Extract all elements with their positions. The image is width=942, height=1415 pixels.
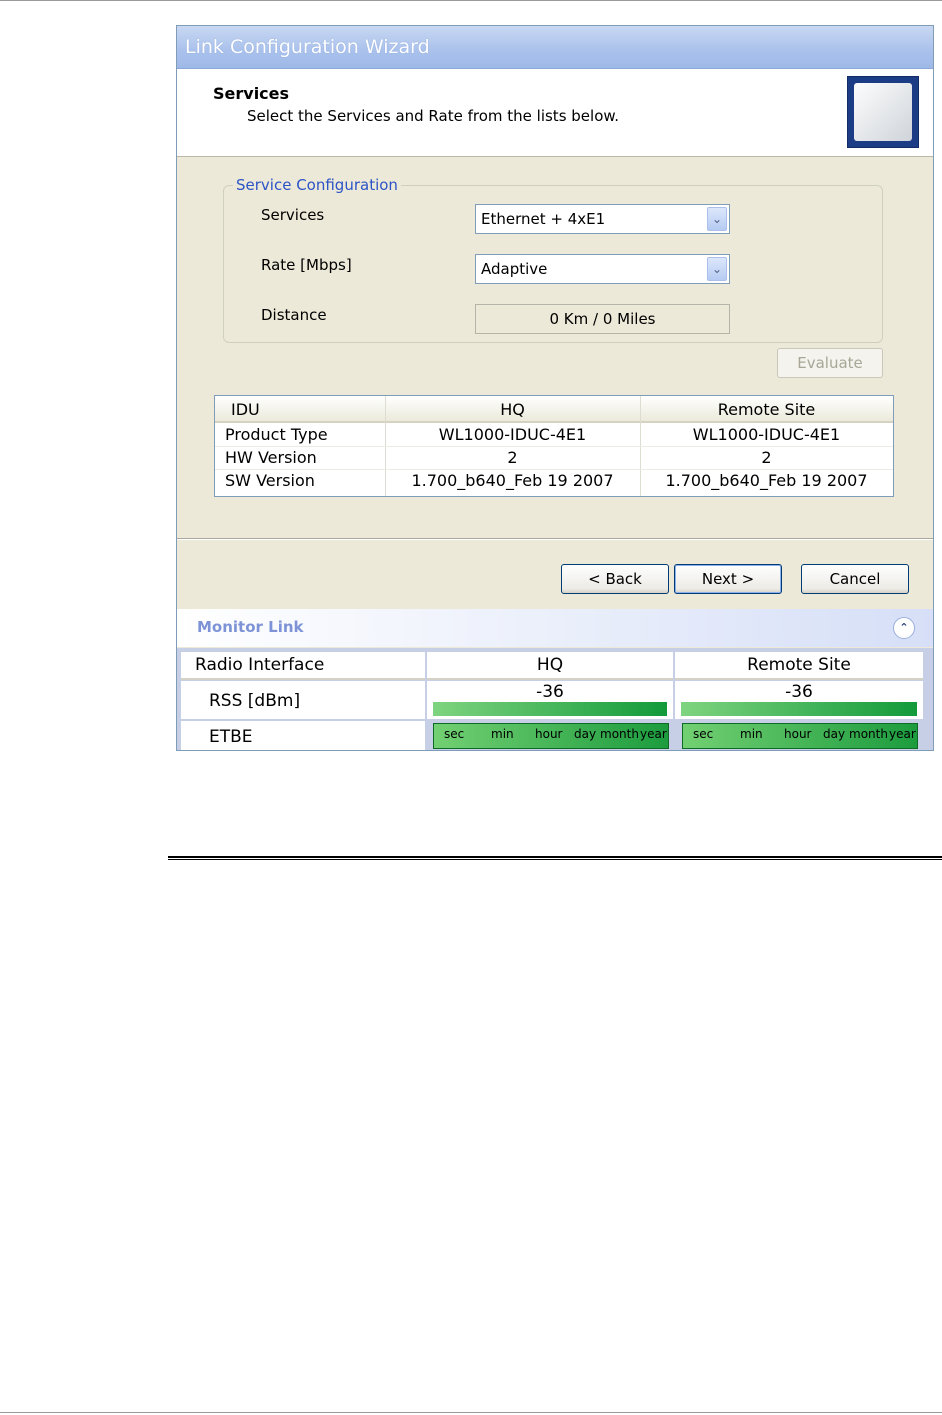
monitor-link-title: Monitor Link [197,618,304,636]
table-cell: WL1000-IDUC-4E1 [438,425,587,444]
rate-select[interactable]: Adaptive ⌄ [475,254,730,284]
table-cell: 1.700_b640_Feb 19 2007 [411,471,614,490]
services-label: Services [261,206,325,224]
scale-label: hour [784,727,812,741]
column-header-radio-interface: Radio Interface [181,652,425,680]
scale-label: year [889,727,916,741]
scale-label: month [600,727,639,741]
column-header-idu: IDU [231,400,260,419]
next-button[interactable]: Next > [674,564,782,594]
collapse-icon[interactable]: ⌃ [893,617,915,639]
rss-hq-cell: -36 [427,681,673,719]
scale-label: day [574,727,597,741]
scale-label: month [849,727,888,741]
rate-value: Adaptive [481,260,548,278]
table-cell: 1.700_b640_Feb 19 2007 [665,471,868,490]
step-title: Services [213,84,290,103]
scale-label: min [740,727,763,741]
table-cell: 2 [761,448,772,467]
rss-hq-bar [433,702,667,716]
scale-label: min [491,727,514,741]
row-label: Product Type [225,425,328,444]
etbe-label-cell: ETBE [181,721,425,750]
back-button[interactable]: < Back [561,564,669,594]
idu-table: IDU HQ Remote Site Product Type WL1000-I… [214,395,894,497]
column-header-hq: HQ [427,652,673,680]
document-rule [168,856,942,860]
scale-label: sec [693,727,714,741]
row-label: HW Version [225,448,317,467]
column-header-hq: HQ [500,400,525,419]
evaluate-button[interactable]: Evaluate [777,348,883,378]
radio-unit-icon [847,76,919,148]
rss-hq-value: -36 [536,682,564,702]
rss-label-cell: RSS [dBm] [181,681,425,719]
scale-label: hour [535,727,563,741]
etbe-hq-time-scale: sec min hour day month year [433,723,669,749]
rss-remote-bar [681,702,917,716]
scale-label: sec [444,727,465,741]
step-subtitle: Select the Services and Rate from the li… [247,107,620,125]
rss-remote-value: -36 [785,682,813,702]
etbe-remote-time-scale: sec min hour day month year [682,723,918,749]
page-top-rule [0,0,942,1]
scale-label: year [640,727,667,741]
table-cell: WL1000-IDUC-4E1 [692,425,841,444]
page-bottom-rule [0,1412,942,1413]
rate-label: Rate [Mbps] [261,256,352,274]
wizard-header: Services Select the Services and Rate fr… [177,69,933,157]
column-header-remote-site: Remote Site [675,652,923,680]
services-value: Ethernet + 4xE1 [481,210,606,228]
distance-label: Distance [261,306,327,324]
rss-label: RSS [dBm] [209,691,301,711]
scale-label: day [823,727,846,741]
link-configuration-wizard: Link Configuration Wizard Services Selec… [176,25,934,751]
column-header-remote-site: Remote Site [717,400,816,419]
distance-field: 0 Km / 0 Miles [475,304,730,334]
window-title: Link Configuration Wizard [185,36,430,58]
cancel-button[interactable]: Cancel [801,564,909,594]
monitor-link-header[interactable]: Monitor Link ⌃ [177,609,933,647]
etbe-label: ETBE [209,727,253,747]
row-label: SW Version [225,471,315,490]
chevron-down-icon[interactable]: ⌄ [707,207,727,231]
service-configuration-legend: Service Configuration [233,176,401,194]
button-separator [177,538,933,540]
table-cell: 2 [507,448,518,467]
rss-remote-cell: -36 [675,681,923,719]
chevron-down-icon[interactable]: ⌄ [707,257,727,281]
wizard-titlebar: Link Configuration Wizard [177,26,933,69]
services-select[interactable]: Ethernet + 4xE1 ⌄ [475,204,730,234]
